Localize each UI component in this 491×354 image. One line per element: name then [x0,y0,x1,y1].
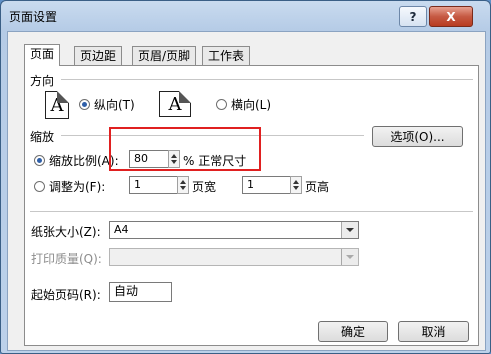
orientation-heading: 方向 [30,74,55,88]
pages-tall-label: 页高 [305,180,330,194]
pages-wide-input[interactable]: 1 [129,176,178,194]
window-title: 页面设置 [9,10,58,24]
paper-size-select[interactable]: A4 [109,221,359,239]
options-button[interactable]: 选项(O)... [372,126,463,147]
paper-size-value: A4 [114,223,129,236]
tab-page[interactable]: 页面 [24,44,61,66]
chevron-down-icon [341,249,358,265]
first-page-number-input[interactable]: 自动 [109,282,172,302]
tab-sheet[interactable]: 工作表 [202,46,251,65]
pages-tall-spinner[interactable] [290,176,302,194]
portrait-label[interactable]: 纵向(T) [94,96,135,113]
close-button[interactable]: X [429,6,473,27]
section-divider [30,211,473,212]
print-quality-label: 打印质量(Q): [31,252,102,266]
help-button[interactable]: ? [399,6,427,27]
page-setup-dialog: 页面设置 ? X 页面 页边距 页眉/页脚 工作表 方向 A 纵向(T) A 横… [0,0,491,354]
scaling-heading: 缩放 [30,130,55,144]
cancel-button[interactable]: 取消 [398,321,469,342]
tab-margins[interactable]: 页边距 [74,46,123,65]
paper-size-label: 纸张大小(Z): [31,225,101,239]
fit-to-radio[interactable] [34,181,45,192]
tab-panel-page: 方向 A 纵向(T) A 横向(L) 缩放 缩放比例(A): 80 % 正常尺寸… [24,65,479,346]
pages-wide-spinner[interactable] [177,176,189,194]
dialog-body: 页面 页边距 页眉/页脚 工作表 方向 A 纵向(T) A 横向(L) 缩放 缩… [7,31,486,351]
landscape-radio[interactable] [216,99,227,110]
print-quality-select [109,248,359,266]
portrait-radio[interactable] [79,99,90,110]
landscape-label[interactable]: 横向(L) [231,96,271,113]
title-bar: 页面设置 ? X [1,1,490,31]
pages-tall-input[interactable]: 1 [242,176,291,194]
ok-button[interactable]: 确定 [318,321,388,342]
first-page-number-label: 起始页码(R): [31,288,101,302]
landscape-page-icon: A [159,91,191,117]
pages-wide-label: 页宽 [192,180,217,194]
chevron-down-icon[interactable] [341,222,358,238]
portrait-page-icon: A [45,91,69,119]
adjust-to-radio[interactable] [34,155,45,166]
tab-header-footer[interactable]: 页眉/页脚 [132,46,197,65]
fit-to-label[interactable]: 调整为(F): [49,178,105,195]
orientation-divider [61,79,473,80]
highlight-box [109,127,261,171]
